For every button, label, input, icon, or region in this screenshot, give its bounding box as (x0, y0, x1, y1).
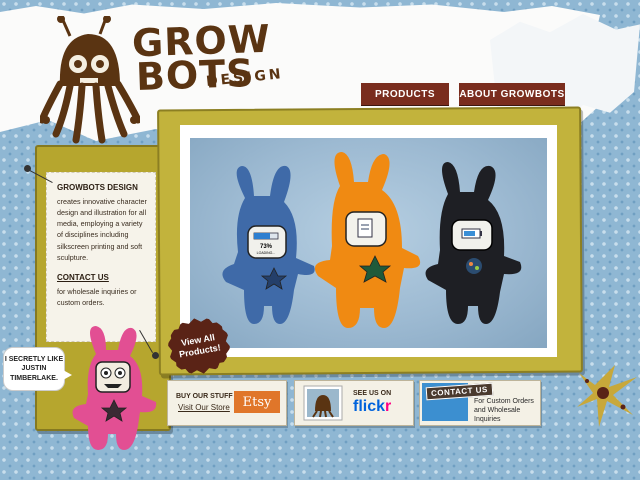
about-note-card: GROWBOTS DESIGN creates innovative chara… (46, 172, 156, 342)
speech-text: I SECRETLY LIKE JUSTIN TIMBERLAKE. (4, 356, 64, 382)
contact-us-link[interactable]: CONTACT US (57, 273, 149, 282)
etsy-logo: Etsy (234, 391, 280, 413)
about-text: creates innovative character design and … (57, 197, 147, 262)
etsy-line1: BUY OUR STUFF (176, 393, 233, 400)
etsy-store-link[interactable]: BUY OUR STUFF Visit Our Store Etsy (167, 380, 287, 426)
bot-screen-percent: 73% (260, 244, 273, 250)
bot-screen-loading: LOADING... (257, 251, 276, 255)
blue-plush-bot: 73% LOADING... (222, 165, 315, 324)
contact-box-link[interactable]: CONTACT US For Custom Orders and Wholesa… (419, 380, 541, 426)
growbots-mascot-logo-icon[interactable] (40, 16, 140, 144)
flickr-photo-icon (303, 385, 343, 421)
etsy-line2: Visit Our Store (178, 403, 230, 412)
black-plush-bot (425, 162, 522, 324)
orange-plush-bot (314, 152, 421, 328)
pink-plush-bot-icon (72, 326, 157, 450)
nav-products-button[interactable]: PRODUCTS (361, 83, 449, 105)
flickr-line1: SEE US ON (353, 390, 392, 397)
plush-bots-illustration: 73% LOADING... (222, 152, 522, 328)
speech-bubble: I SECRETLY LIKE JUSTIN TIMBERLAKE. (3, 347, 72, 391)
contact-text: for wholesale inquiries or custom orders… (57, 286, 137, 308)
flickr-logo: flickr (353, 399, 391, 415)
nav-about-growbots-button[interactable]: ABOUT GROWBOTS (459, 83, 565, 105)
contact-box-text: For Custom Orders and Wholesale Inquirie… (474, 398, 534, 423)
flickr-logo-b: r (385, 398, 392, 415)
paint-splat-icon (577, 365, 637, 427)
hero-photo[interactable]: 73% LOADING... (190, 138, 547, 348)
flickr-link[interactable]: SEE US ON flickr (294, 380, 414, 426)
flickr-logo-a: flick (353, 398, 386, 415)
about-heading: GROWBOTS DESIGN (57, 183, 138, 192)
